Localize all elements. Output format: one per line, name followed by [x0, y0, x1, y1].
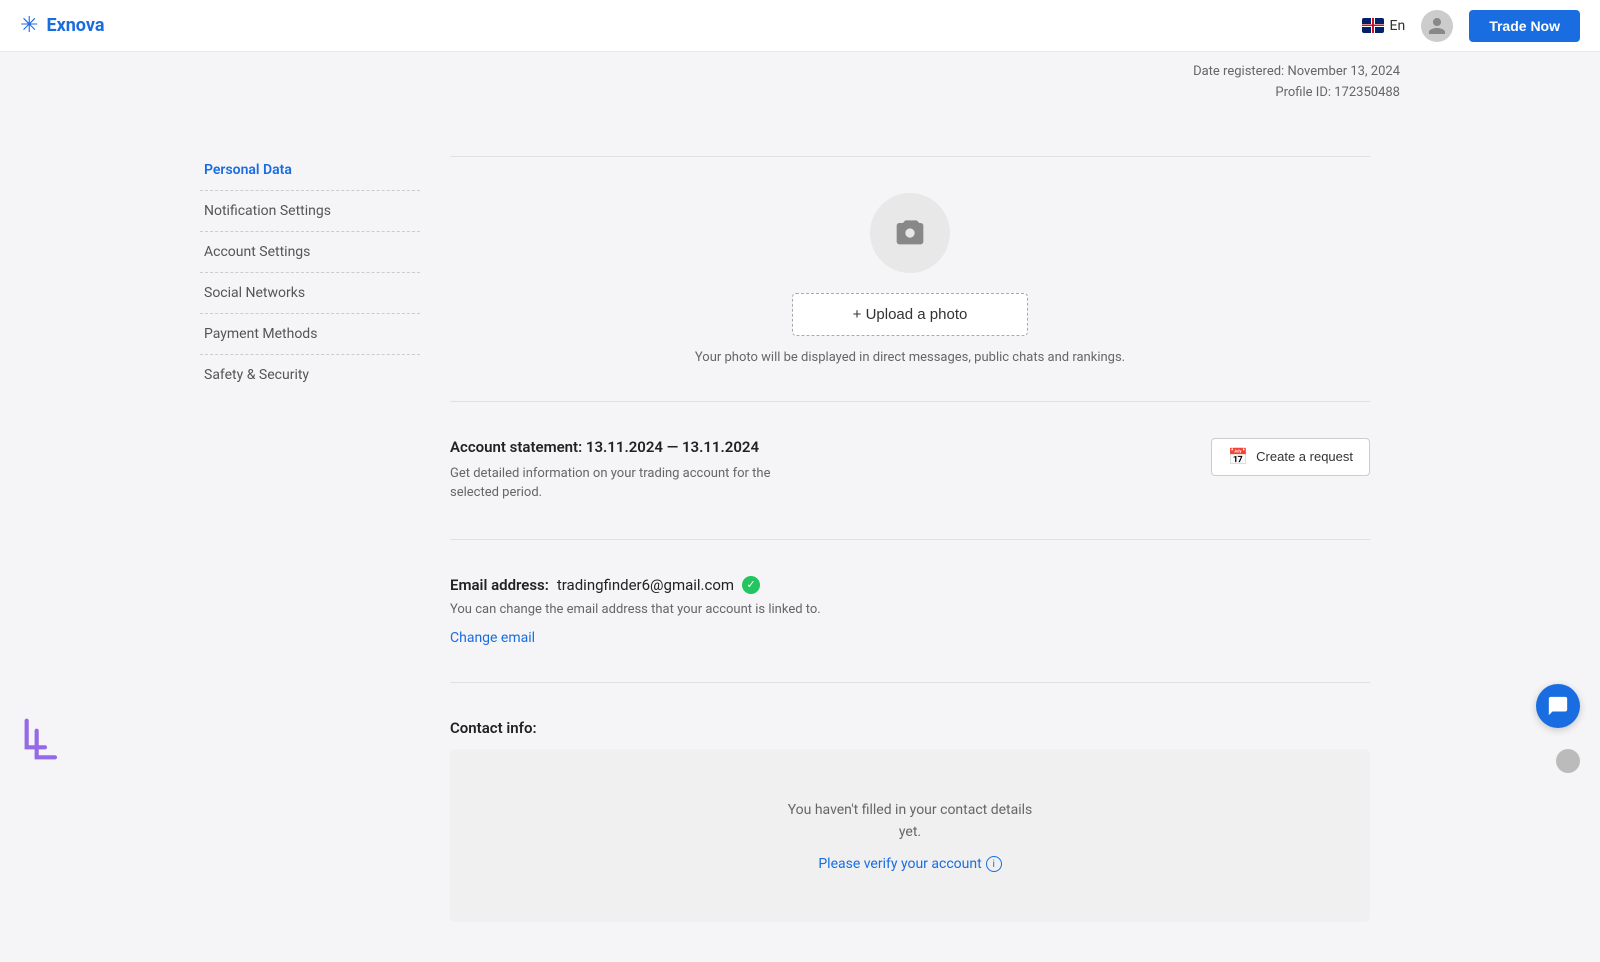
statement-section: Account statement: 13.11.2024 — 13.11.20… [450, 418, 1370, 523]
profile-id-value: 172350488 [1334, 85, 1400, 100]
info-icon[interactable]: i [986, 856, 1002, 872]
upload-photo-button[interactable]: + Upload a photo [792, 293, 1029, 336]
header: ✳ Exnova En Trade Now [0, 0, 1600, 52]
sidebar-item-account-settings[interactable]: Account Settings [200, 232, 420, 273]
email-value: tradingfinder6@gmail.com [557, 576, 734, 594]
statement-divider [450, 539, 1370, 540]
contact-empty-text: You haven't filled in your contact detai… [470, 799, 1350, 844]
date-registered-value: November 13, 2024 [1287, 64, 1400, 79]
sidebar-item-payment-methods[interactable]: Payment Methods [200, 314, 420, 355]
profile-id-label: Profile ID: [1275, 85, 1331, 100]
flag-icon [1362, 18, 1384, 33]
create-request-button[interactable]: 📅 Create a request [1211, 438, 1370, 476]
contact-title: Contact info: [450, 719, 1370, 737]
camera-icon [894, 217, 926, 249]
header-right: En Trade Now [1362, 10, 1581, 42]
contact-empty-box: You haven't filled in your contact detai… [450, 749, 1370, 923]
calendar-icon: 📅 [1228, 447, 1248, 467]
bottom-logo-svg [20, 714, 70, 764]
sidebar-item-social-networks[interactable]: Social Networks [200, 273, 420, 314]
content-area: + Upload a photo Your photo will be disp… [420, 140, 1400, 943]
email-hint: You can change the email address that yo… [450, 602, 1370, 617]
photo-hint: Your photo will be displayed in direct m… [695, 350, 1125, 365]
date-registered-label: Date registered: [1193, 64, 1284, 79]
statement-info: Account statement: 13.11.2024 — 13.11.20… [450, 438, 770, 503]
language-selector[interactable]: En [1362, 18, 1406, 34]
logo-text: Exnova [46, 15, 104, 36]
bottom-logo [20, 714, 70, 768]
email-header: Email address: tradingfinder6@gmail.com … [450, 576, 1370, 594]
change-email-link[interactable]: Change email [450, 630, 535, 646]
verify-account-link[interactable]: Please verify your account [818, 856, 981, 872]
sidebar-item-safety-security[interactable]: Safety & Security [200, 355, 420, 395]
sidebar-item-personal-data[interactable]: Personal Data [200, 150, 420, 191]
chat-icon [1547, 695, 1569, 717]
photo-section: + Upload a photo Your photo will be disp… [450, 173, 1370, 385]
sidebar-item-notification-settings[interactable]: Notification Settings [200, 191, 420, 232]
user-avatar[interactable] [1421, 10, 1453, 42]
email-label: Email address: [450, 576, 549, 594]
email-divider [450, 682, 1370, 683]
statement-desc: Get detailed information on your trading… [450, 464, 770, 503]
small-circle-button[interactable] [1556, 749, 1580, 773]
main-content: Personal Data Notification Settings Acco… [200, 120, 1400, 962]
avatar-placeholder [870, 193, 950, 273]
verify-area: Please verify your account i [470, 853, 1350, 872]
photo-divider [450, 401, 1370, 402]
email-section: Email address: tradingfinder6@gmail.com … [450, 556, 1370, 666]
top-divider [450, 156, 1370, 157]
language-label: En [1390, 18, 1406, 34]
sidebar: Personal Data Notification Settings Acco… [200, 140, 420, 943]
meta-info: Date registered: November 13, 2024 Profi… [200, 62, 1400, 104]
statement-title: Account statement: 13.11.2024 — 13.11.20… [450, 438, 770, 456]
trade-now-button[interactable]: Trade Now [1469, 10, 1580, 42]
logo-area: ✳ Exnova [20, 13, 104, 38]
contact-section: Contact info: You haven't filled in your… [450, 699, 1370, 943]
chat-button[interactable] [1536, 684, 1580, 728]
verified-icon: ✓ [742, 576, 760, 594]
logo-icon: ✳ [20, 13, 38, 38]
statement-header: Account statement: 13.11.2024 — 13.11.20… [450, 438, 1370, 503]
